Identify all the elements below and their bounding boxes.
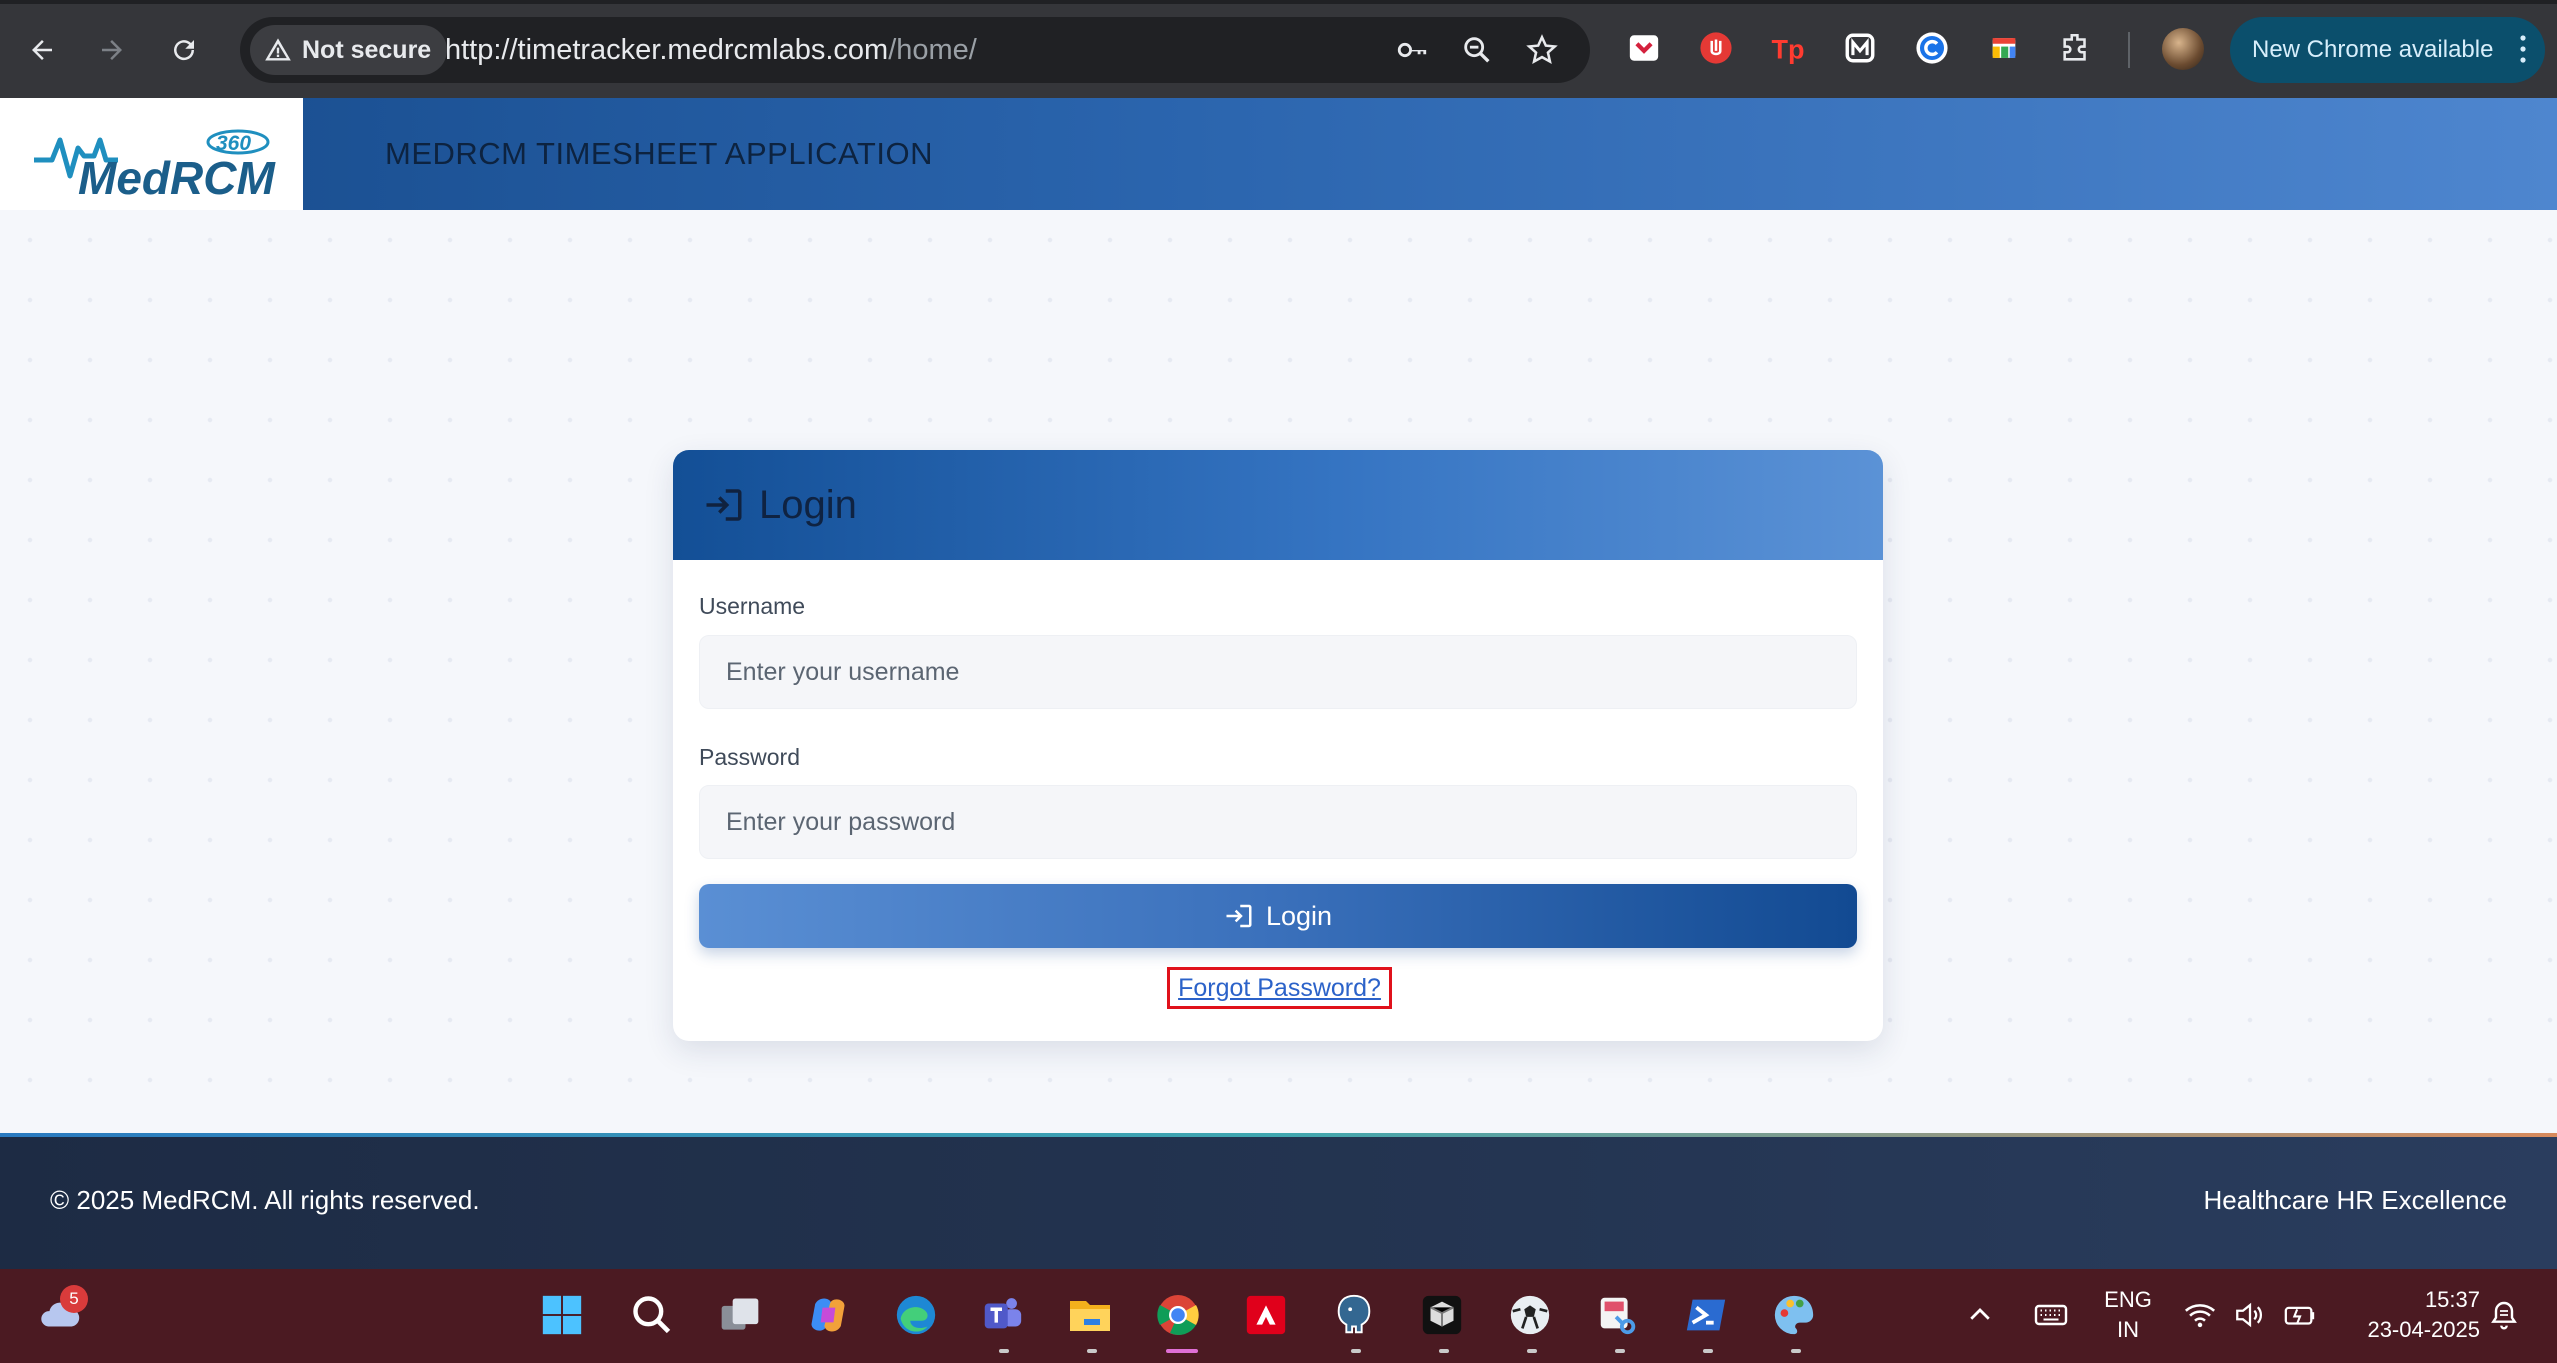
zoom-icon[interactable] bbox=[1460, 33, 1494, 67]
task-view-icon[interactable] bbox=[714, 1289, 766, 1341]
volume-icon[interactable] bbox=[2228, 1289, 2272, 1341]
windows-taskbar: 5 ENG IN 15:37 23-04-2025 bbox=[0, 1269, 2557, 1363]
teams-icon[interactable] bbox=[976, 1289, 1028, 1341]
app-title: MEDRCM TIMESHEET APPLICATION bbox=[385, 136, 933, 171]
virtualbox-running-indicator bbox=[1439, 1349, 1449, 1353]
soccer-app-icon[interactable] bbox=[1504, 1289, 1556, 1341]
language-code: ENG bbox=[2104, 1287, 2152, 1312]
powershell-icon[interactable] bbox=[1680, 1289, 1732, 1341]
notification-bell-icon[interactable] bbox=[2484, 1289, 2524, 1341]
login-button[interactable]: Login bbox=[699, 884, 1857, 948]
svg-text:MedRCM: MedRCM bbox=[78, 152, 276, 204]
back-arrow-icon bbox=[32, 40, 52, 60]
login-card-header: Login bbox=[673, 450, 1883, 560]
forgot-password-link[interactable]: Forgot Password? bbox=[1178, 974, 1381, 1003]
clock-date: 23-04-2025 bbox=[2367, 1317, 2480, 1342]
soccer-running-indicator bbox=[1527, 1349, 1537, 1353]
extensions-puzzle-icon[interactable] bbox=[2056, 28, 2096, 68]
sign-in-icon bbox=[706, 489, 742, 521]
chrome-active-indicator bbox=[1166, 1349, 1198, 1353]
password-input[interactable] bbox=[699, 785, 1857, 859]
postgresql-icon[interactable] bbox=[1328, 1289, 1380, 1341]
login-heading: Login bbox=[759, 482, 857, 527]
bookmark-star-icon[interactable] bbox=[1525, 33, 1559, 67]
clock-time: 15:37 bbox=[2424, 1287, 2480, 1312]
clock[interactable]: 15:37 23-04-2025 bbox=[2340, 1285, 2480, 1345]
battery-icon[interactable] bbox=[2278, 1289, 2322, 1341]
extension-pocket-icon[interactable] bbox=[1624, 28, 1664, 68]
explorer-running-indicator bbox=[1087, 1349, 1097, 1353]
password-key-icon[interactable] bbox=[1395, 33, 1429, 67]
security-label: Not secure bbox=[302, 35, 432, 64]
footer-accent-line bbox=[0, 1133, 2557, 1137]
medrcm-logo[interactable]: 360 MedRCM bbox=[0, 98, 303, 210]
paint-icon[interactable] bbox=[1768, 1289, 1820, 1341]
more-menu-icon[interactable] bbox=[2519, 34, 2527, 64]
tab-strip bbox=[0, 0, 2557, 4]
paint-running-indicator bbox=[1791, 1349, 1801, 1353]
svg-text:Tp: Tp bbox=[1772, 35, 1805, 65]
url-path: /home/ bbox=[888, 34, 977, 66]
profile-avatar[interactable] bbox=[2162, 28, 2204, 70]
region-code: IN bbox=[2117, 1317, 2139, 1342]
teams-running-indicator bbox=[999, 1349, 1009, 1353]
snipping-running-indicator bbox=[1615, 1349, 1625, 1353]
forward-button[interactable] bbox=[90, 28, 134, 72]
windows-start-icon[interactable] bbox=[536, 1289, 588, 1341]
weather-badge: 5 bbox=[60, 1285, 88, 1313]
wifi-icon[interactable] bbox=[2178, 1289, 2222, 1341]
search-icon[interactable] bbox=[626, 1289, 678, 1341]
password-label: Password bbox=[699, 744, 800, 770]
sign-in-icon bbox=[1226, 904, 1252, 928]
file-explorer-icon[interactable] bbox=[1064, 1289, 1116, 1341]
touch-keyboard-icon[interactable] bbox=[2026, 1289, 2076, 1341]
footer-tagline: Healthcare HR Excellence bbox=[2203, 1185, 2507, 1215]
extension-tp-icon[interactable]: Tp bbox=[1768, 28, 1808, 68]
virtualbox-icon[interactable] bbox=[1416, 1289, 1468, 1341]
amd-software-icon[interactable] bbox=[1240, 1289, 1292, 1341]
username-input[interactable] bbox=[699, 635, 1857, 709]
warning-icon bbox=[265, 38, 291, 61]
extension-m-icon[interactable] bbox=[1840, 28, 1880, 68]
extension-color-icon[interactable] bbox=[1984, 28, 2024, 68]
forgot-password-highlight: Forgot Password? bbox=[1167, 967, 1392, 1009]
chrome-icon[interactable] bbox=[1152, 1289, 1204, 1341]
copyright-text: © 2025 MedRCM. All rights reserved. bbox=[50, 1185, 480, 1215]
powershell-running-indicator bbox=[1703, 1349, 1713, 1353]
main-content: Login Username Password Login Forgot Pas… bbox=[0, 210, 2557, 1135]
edge-browser-icon[interactable] bbox=[890, 1289, 942, 1341]
login-button-label: Login bbox=[1265, 900, 1333, 931]
show-hidden-icons-chevron-icon[interactable] bbox=[1960, 1289, 2000, 1341]
url-host: http://timetracker.medrcmlabs.com bbox=[445, 34, 889, 66]
postgres-running-indicator bbox=[1351, 1349, 1361, 1353]
footer: © 2025 MedRCM. All rights reserved. Heal… bbox=[0, 1133, 2557, 1269]
reload-icon bbox=[174, 40, 195, 61]
extension-stop-icon[interactable] bbox=[1696, 28, 1736, 68]
copilot-icon[interactable] bbox=[802, 1289, 854, 1341]
input-language-indicator[interactable]: ENG IN bbox=[2100, 1285, 2156, 1345]
login-card: Login Username Password Login Forgot Pas… bbox=[673, 450, 1883, 1041]
back-button[interactable] bbox=[20, 28, 64, 72]
forward-arrow-icon bbox=[102, 40, 122, 60]
address-bar[interactable]: Not secure http://timetracker.medrcmlabs… bbox=[240, 17, 1590, 83]
url-text[interactable]: http://timetracker.medrcmlabs.com/home/ bbox=[445, 34, 977, 67]
browser-toolbar: Not secure http://timetracker.medrcmlabs… bbox=[0, 0, 2557, 98]
new-chrome-button[interactable]: New Chrome available bbox=[2230, 17, 2545, 83]
reload-button[interactable] bbox=[162, 28, 206, 72]
extension-c-icon[interactable] bbox=[1912, 28, 1952, 68]
logo-mark-icon: 360 MedRCM bbox=[34, 129, 276, 204]
new-chrome-label: New Chrome available bbox=[2252, 36, 2494, 63]
snipping-tool-icon[interactable] bbox=[1592, 1289, 1644, 1341]
security-chip[interactable]: Not secure bbox=[250, 25, 448, 75]
username-label: Username bbox=[699, 593, 806, 619]
toolbar-separator bbox=[2128, 32, 2130, 68]
app-header: 360 MedRCM MEDRCM TIMESHEET APPLICATION bbox=[0, 98, 2557, 210]
